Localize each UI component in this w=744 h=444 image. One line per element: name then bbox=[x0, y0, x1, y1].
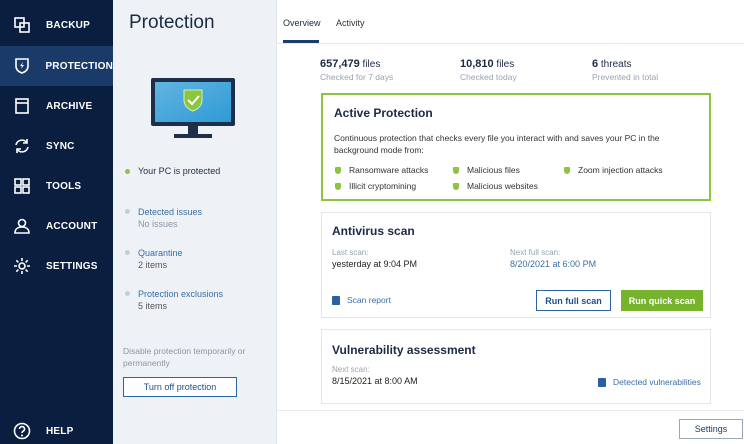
sidebar-item-protection[interactable]: PROTECTION bbox=[0, 46, 113, 86]
vulnerability-title: Vulnerability assessment bbox=[332, 343, 476, 357]
tools-icon bbox=[12, 176, 32, 196]
bullet-dot bbox=[125, 209, 130, 214]
sidebar-item-account[interactable]: ACCOUNT bbox=[0, 206, 113, 246]
antivirus-title: Antivirus scan bbox=[332, 224, 415, 238]
antivirus-scan-card: Antivirus scan Last scan: yesterday at 9… bbox=[321, 212, 711, 318]
stat-caption: Prevented in total bbox=[592, 72, 659, 82]
gear-icon bbox=[12, 256, 32, 276]
sidebar-item-tools[interactable]: TOOLS bbox=[0, 166, 113, 206]
detected-vulnerabilities-link[interactable]: Detected vulnerabilities bbox=[598, 377, 701, 387]
shield-icon bbox=[12, 56, 31, 76]
stat-caption: Checked for 7 days bbox=[320, 72, 394, 82]
app-window: BACKUP PROTECTION ARCHIVE SYNC TOOLS ACC… bbox=[0, 0, 744, 444]
green-shield-icon bbox=[564, 166, 570, 174]
status-dot bbox=[125, 168, 130, 174]
sidebar-item-label: BACKUP bbox=[46, 19, 90, 31]
stat-unit: files bbox=[493, 59, 515, 70]
vulnerability-next-scan: Next scan: 8/15/2021 at 8:00 AM bbox=[332, 365, 418, 386]
sync-icon bbox=[12, 136, 32, 156]
stat-checked-7-days: 657,479 files Checked for 7 days bbox=[320, 58, 393, 82]
sidebar-item-archive[interactable]: ARCHIVE bbox=[0, 86, 113, 126]
vuln-next-scan-label: Next scan: bbox=[332, 365, 370, 374]
page-title: Protection bbox=[129, 12, 215, 33]
active-protection-description: Continuous protection that checks every … bbox=[334, 133, 660, 155]
exclusions-link[interactable]: Protection exclusions 5 items bbox=[125, 289, 223, 311]
protection-panel: Protection Your PC is protected Detected… bbox=[113, 0, 277, 444]
next-scan-value[interactable]: 8/20/2021 at 6:00 PM bbox=[510, 259, 596, 269]
stat-caption: Checked today bbox=[460, 72, 517, 82]
monitor-shield-icon bbox=[150, 78, 236, 145]
run-full-scan-button[interactable]: Run full scan bbox=[536, 290, 611, 311]
help-icon bbox=[12, 421, 32, 441]
vulnerability-card: Vulnerability assessment Next scan: 8/15… bbox=[321, 329, 711, 404]
last-scan-info: Last scan: yesterday at 9:04 PM bbox=[332, 248, 417, 269]
detected-issues-link[interactable]: Detected issues No issues bbox=[125, 207, 202, 229]
sidebar-item-label: PROTECTION bbox=[45, 60, 113, 72]
last-scan-label: Last scan: bbox=[332, 248, 369, 257]
protection-item: Malicious websites bbox=[453, 181, 538, 191]
green-shield-icon bbox=[335, 166, 341, 174]
tab-bar: Overview Activity bbox=[277, 0, 744, 44]
protection-item: Illicit cryptomining bbox=[335, 181, 416, 191]
green-shield-icon bbox=[453, 182, 459, 190]
sidebar-item-label: SETTINGS bbox=[46, 260, 98, 272]
active-tab-indicator bbox=[283, 40, 319, 43]
green-shield-icon bbox=[453, 166, 459, 174]
active-protection-title: Active Protection bbox=[334, 106, 433, 120]
detected-issues-value: No issues bbox=[138, 219, 178, 229]
stat-number: 10,810 bbox=[460, 58, 494, 70]
bottom-bar: Settings bbox=[277, 410, 744, 444]
tab-overview[interactable]: Overview bbox=[283, 18, 321, 28]
vuln-next-scan-value: 8/15/2021 at 8:00 AM bbox=[332, 376, 418, 386]
next-scan-info: Next full scan: 8/20/2021 at 6:00 PM bbox=[510, 248, 596, 269]
protection-item: Zoom injection attacks bbox=[564, 165, 663, 175]
report-icon bbox=[332, 295, 340, 305]
sidebar-item-backup[interactable]: BACKUP bbox=[0, 5, 113, 45]
main-content: Overview Activity 657,479 files Checked … bbox=[277, 0, 744, 444]
scan-report-link[interactable]: Scan report bbox=[332, 295, 391, 305]
sidebar-item-label: SYNC bbox=[46, 140, 75, 152]
sidebar: BACKUP PROTECTION ARCHIVE SYNC TOOLS ACC… bbox=[0, 0, 113, 444]
tab-activity[interactable]: Activity bbox=[336, 18, 365, 28]
stat-number: 657,479 bbox=[320, 58, 360, 70]
detected-issues-title[interactable]: Detected issues bbox=[138, 207, 202, 217]
disable-protection-text: Disable protection temporarily or perman… bbox=[123, 346, 246, 368]
backup-icon bbox=[12, 15, 32, 35]
protection-status: Your PC is protected bbox=[125, 166, 220, 176]
sidebar-item-label: ACCOUNT bbox=[46, 220, 98, 232]
exclusions-value: 5 items bbox=[138, 301, 168, 311]
sidebar-item-label: ARCHIVE bbox=[46, 100, 93, 112]
stat-checked-today: 10,810 files Checked today bbox=[460, 58, 517, 82]
bullet-dot bbox=[125, 291, 130, 296]
quarantine-link[interactable]: Quarantine 2 items bbox=[125, 248, 183, 270]
run-quick-scan-button[interactable]: Run quick scan bbox=[621, 290, 703, 311]
status-text: Your PC is protected bbox=[138, 166, 221, 176]
sidebar-item-sync[interactable]: SYNC bbox=[0, 126, 113, 166]
stat-threats-prevented: 6 threats Prevented in total bbox=[592, 58, 658, 82]
quarantine-value: 2 items bbox=[138, 260, 168, 270]
account-icon bbox=[12, 216, 32, 236]
next-scan-label: Next full scan: bbox=[510, 248, 561, 257]
active-protection-card[interactable]: Active Protection Continuous protection … bbox=[321, 93, 711, 201]
sidebar-item-settings[interactable]: SETTINGS bbox=[0, 246, 113, 286]
sidebar-item-label: TOOLS bbox=[46, 180, 82, 192]
exclusions-title[interactable]: Protection exclusions bbox=[138, 289, 223, 299]
protection-item: Ransomware attacks bbox=[335, 165, 428, 175]
green-shield-icon bbox=[335, 182, 341, 190]
last-scan-value: yesterday at 9:04 PM bbox=[332, 259, 418, 269]
sidebar-item-help[interactable]: HELP bbox=[0, 411, 113, 444]
archive-icon bbox=[12, 96, 32, 116]
turn-off-protection-button[interactable]: Turn off protection bbox=[123, 377, 237, 397]
bullet-dot bbox=[125, 250, 130, 255]
settings-button[interactable]: Settings bbox=[679, 419, 743, 439]
stat-unit: threats bbox=[598, 59, 632, 70]
report-icon bbox=[598, 377, 606, 387]
protection-item: Malicious files bbox=[453, 165, 520, 175]
quarantine-title[interactable]: Quarantine bbox=[138, 248, 183, 258]
sidebar-item-label: HELP bbox=[46, 425, 74, 437]
stat-unit: files bbox=[359, 59, 381, 70]
